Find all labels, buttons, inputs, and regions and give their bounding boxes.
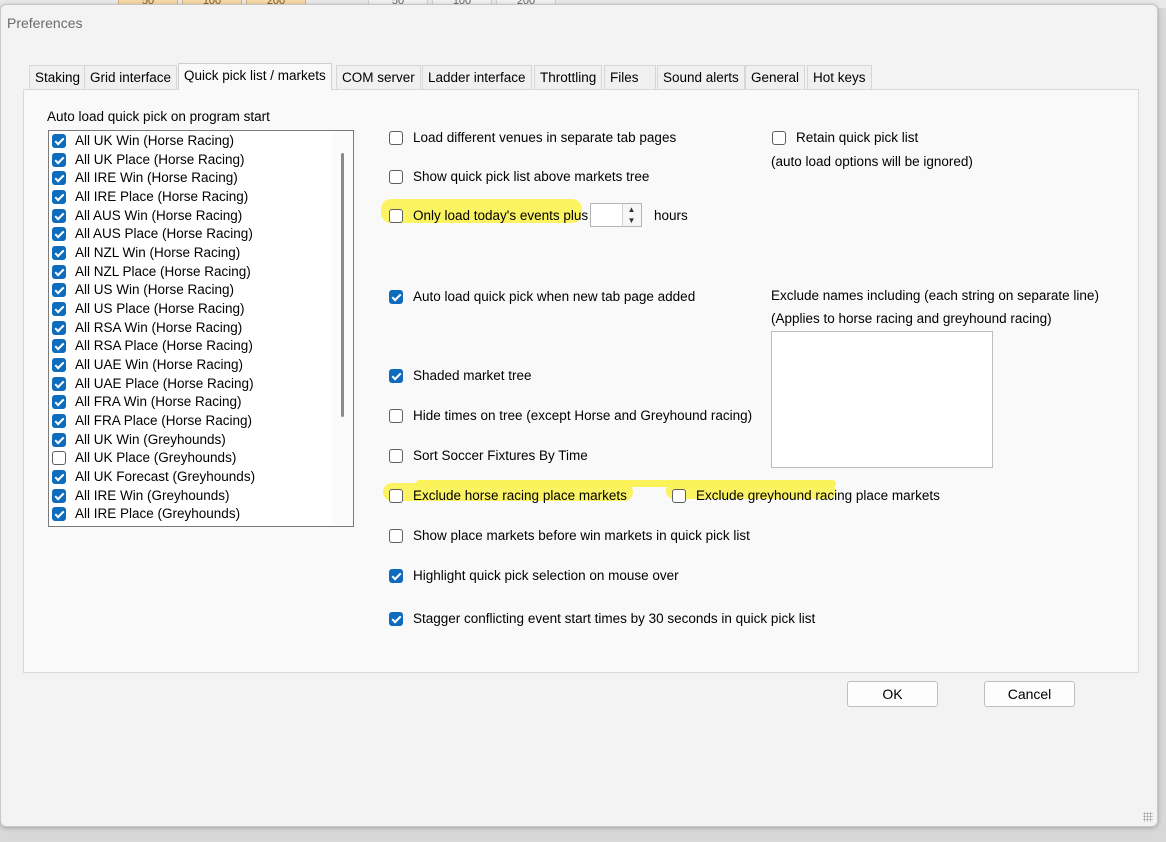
tab-files[interactable]: Files bbox=[604, 65, 656, 89]
tab-ladder-interface[interactable]: Ladder interface bbox=[422, 65, 532, 89]
checkbox-icon[interactable] bbox=[772, 131, 786, 145]
tab-hot-keys[interactable]: Hot keys bbox=[807, 65, 872, 89]
autoload-heading: Auto load quick pick on program start bbox=[47, 109, 270, 124]
tab-com-server[interactable]: COM server bbox=[336, 65, 421, 89]
tab-staking[interactable]: Staking bbox=[29, 65, 87, 89]
checkbox-icon[interactable] bbox=[389, 612, 403, 626]
checkbox-icon[interactable] bbox=[52, 246, 66, 260]
tab-sound-alerts[interactable]: Sound alerts bbox=[657, 65, 745, 89]
exclude-names-heading: Exclude names including (each string on … bbox=[771, 288, 1099, 303]
hours-label: hours bbox=[654, 208, 688, 223]
exclude-names-textarea[interactable] bbox=[771, 331, 993, 468]
cancel-button[interactable]: Cancel bbox=[984, 681, 1075, 707]
tab-quick-pick-list-markets[interactable]: Quick pick list / markets bbox=[178, 63, 332, 90]
checkbox-icon[interactable] bbox=[52, 171, 66, 185]
checkbox-icon[interactable] bbox=[389, 209, 403, 223]
checkbox-icon[interactable] bbox=[389, 409, 403, 423]
checkbox-icon[interactable] bbox=[52, 433, 66, 447]
hours-spinner[interactable]: ▲ ▼ bbox=[590, 203, 642, 227]
checkbox-icon[interactable] bbox=[389, 569, 403, 583]
spin-down-icon[interactable]: ▼ bbox=[623, 215, 640, 226]
resize-grip-icon[interactable] bbox=[1143, 812, 1153, 822]
checkbox-icon[interactable] bbox=[52, 489, 66, 503]
checkbox-icon[interactable] bbox=[52, 507, 66, 521]
checkbox-icon[interactable] bbox=[52, 134, 66, 148]
checkbox-icon[interactable] bbox=[52, 321, 66, 335]
checkbox-icon[interactable] bbox=[52, 209, 66, 223]
checkbox-icon[interactable] bbox=[52, 395, 66, 409]
checkbox-icon[interactable] bbox=[52, 227, 66, 241]
checkbox-icon[interactable] bbox=[389, 170, 403, 184]
autoload-list[interactable]: All UK Win (Horse Racing) All UK Place (… bbox=[48, 130, 354, 527]
checkbox-icon[interactable] bbox=[52, 339, 66, 353]
checkbox-icon[interactable] bbox=[389, 369, 403, 383]
ok-button[interactable]: OK bbox=[847, 681, 938, 707]
tab-throttling[interactable]: Throttling bbox=[534, 65, 603, 89]
checkbox-icon[interactable] bbox=[52, 302, 66, 316]
checkbox-icon[interactable] bbox=[389, 449, 403, 463]
hours-input[interactable] bbox=[593, 206, 625, 224]
checkbox-icon[interactable] bbox=[52, 283, 66, 297]
quick-pick-panel: Auto load quick pick on program start Al… bbox=[23, 89, 1139, 673]
checkbox-icon[interactable] bbox=[52, 377, 66, 391]
checkbox-icon[interactable] bbox=[52, 414, 66, 428]
retain-note: (auto load options will be ignored) bbox=[771, 154, 973, 169]
tab-grid-interface[interactable]: Grid interface bbox=[84, 65, 178, 89]
checkbox-icon[interactable] bbox=[389, 529, 403, 543]
list-scrollbar[interactable] bbox=[332, 131, 353, 526]
checkbox-icon[interactable] bbox=[52, 190, 66, 204]
checkbox-icon[interactable] bbox=[52, 153, 66, 167]
tab-general[interactable]: General bbox=[745, 65, 806, 89]
checkbox-icon[interactable] bbox=[389, 131, 403, 145]
checkbox-icon[interactable] bbox=[52, 265, 66, 279]
preferences-dialog: Preferences Staking Grid interface Quick… bbox=[0, 4, 1158, 827]
checkbox-icon[interactable] bbox=[389, 290, 403, 304]
checkbox-icon[interactable] bbox=[672, 489, 686, 503]
window-title: Preferences bbox=[7, 15, 83, 31]
scrollbar-thumb[interactable] bbox=[341, 153, 344, 417]
spin-up-icon[interactable]: ▲ bbox=[623, 204, 640, 215]
checkbox-icon[interactable] bbox=[52, 358, 66, 372]
checkbox-icon[interactable] bbox=[389, 489, 403, 503]
checkbox-icon[interactable] bbox=[52, 451, 66, 465]
exclude-names-subheading: (Applies to horse racing and greyhound r… bbox=[771, 311, 1052, 326]
checkbox-icon[interactable] bbox=[52, 470, 66, 484]
highlighter-stroke bbox=[416, 480, 836, 487]
